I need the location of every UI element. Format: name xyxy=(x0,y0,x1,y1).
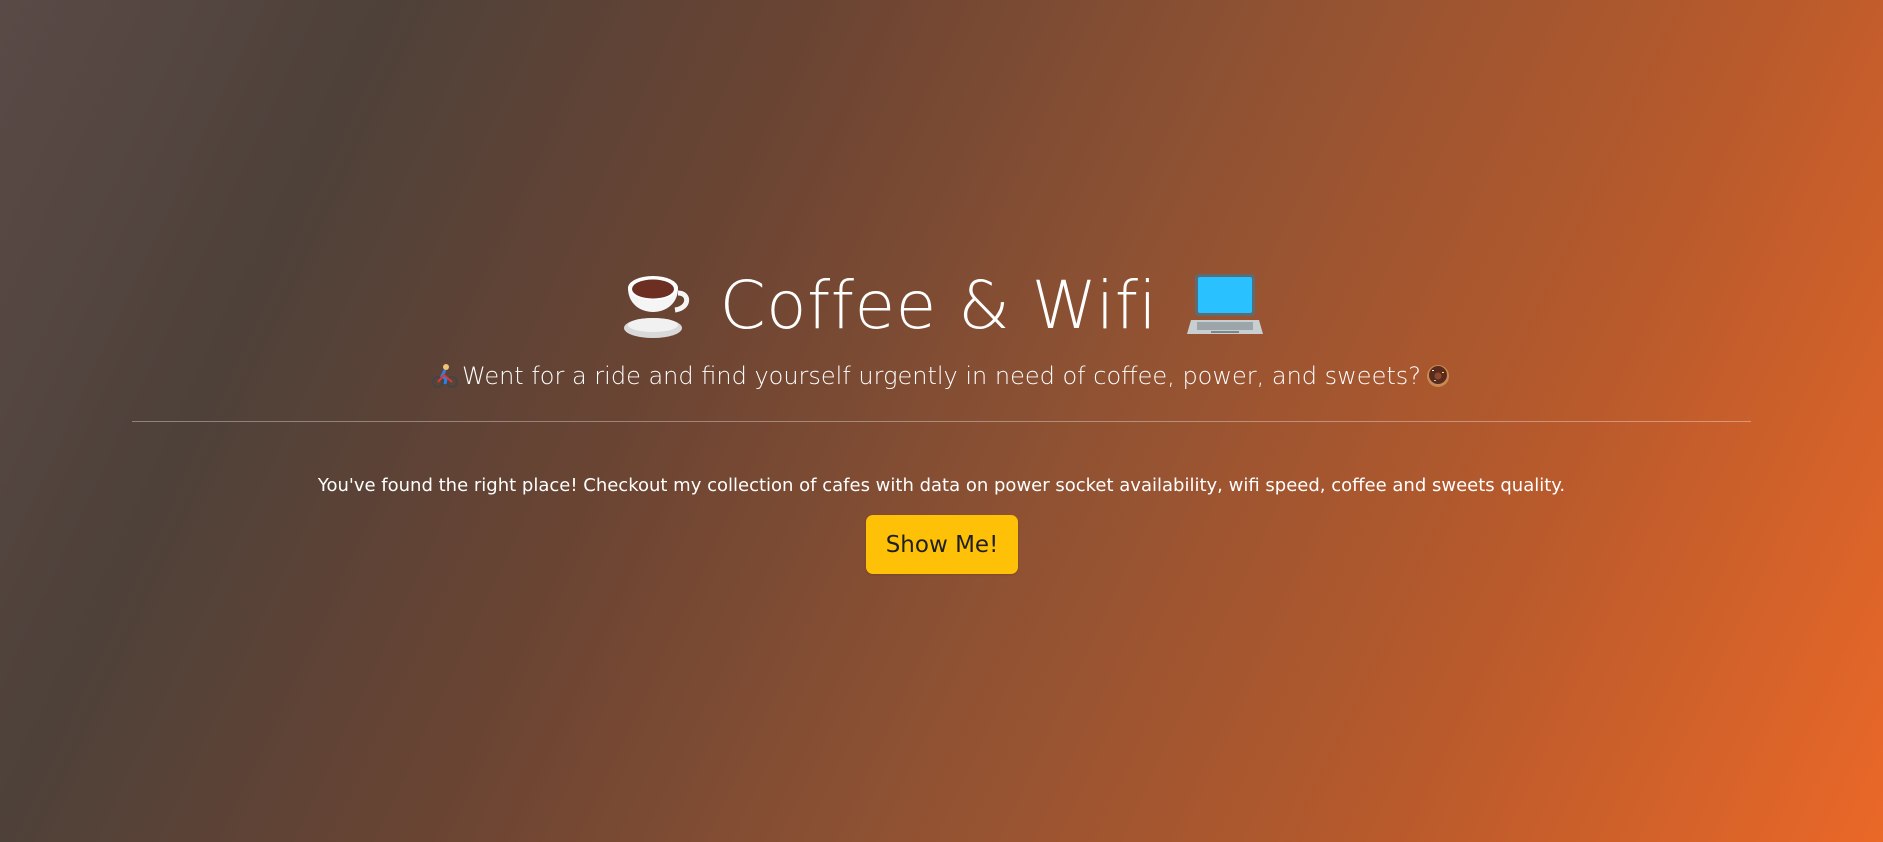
coffee-cup-icon xyxy=(620,270,690,342)
page-subtitle: Went for a ride and find yourself urgent… xyxy=(462,362,1421,390)
donut-icon xyxy=(1425,363,1451,389)
page-title: Coffee & Wifi xyxy=(719,267,1158,344)
show-me-button[interactable]: Show Me! xyxy=(866,515,1018,574)
subtitle-row: Went for a ride and find yourself urgent… xyxy=(0,358,1883,394)
laptop-icon xyxy=(1187,270,1264,342)
cyclist-icon xyxy=(432,363,458,389)
landing-page: Coffee & Wifi Went for a ride and find y… xyxy=(0,0,1883,842)
hero-section: Coffee & Wifi Went for a ride and find y… xyxy=(0,262,1883,394)
section-divider xyxy=(132,421,1751,422)
lead-text: You've found the right place! Checkout m… xyxy=(317,475,1566,496)
title-row: Coffee & Wifi xyxy=(0,262,1883,350)
